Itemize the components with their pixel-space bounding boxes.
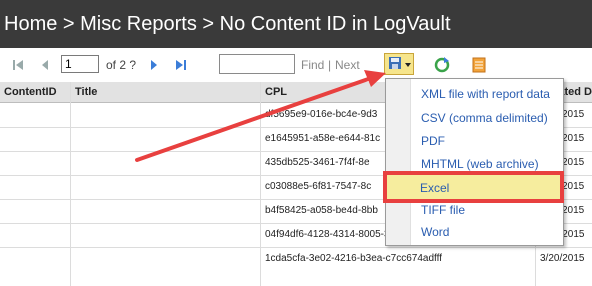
menu-item-pdf[interactable]: PDF	[421, 134, 445, 148]
menu-item-excel[interactable]: Excel	[420, 181, 449, 195]
export-format-menu: XML file with report data CSV (comma del…	[385, 78, 564, 246]
menu-item-xml[interactable]: XML file with report data	[421, 87, 550, 101]
menu-item-word[interactable]: Word	[421, 225, 449, 239]
menu-item-tiff[interactable]: TIFF file	[421, 203, 465, 217]
menu-item-mhtml[interactable]: MHTML (web archive)	[421, 157, 539, 171]
menu-gutter	[386, 79, 411, 245]
menu-item-csv[interactable]: CSV (comma delimited)	[421, 111, 548, 125]
menu-item-excel-highlighted[interactable]: Excel	[383, 171, 564, 203]
